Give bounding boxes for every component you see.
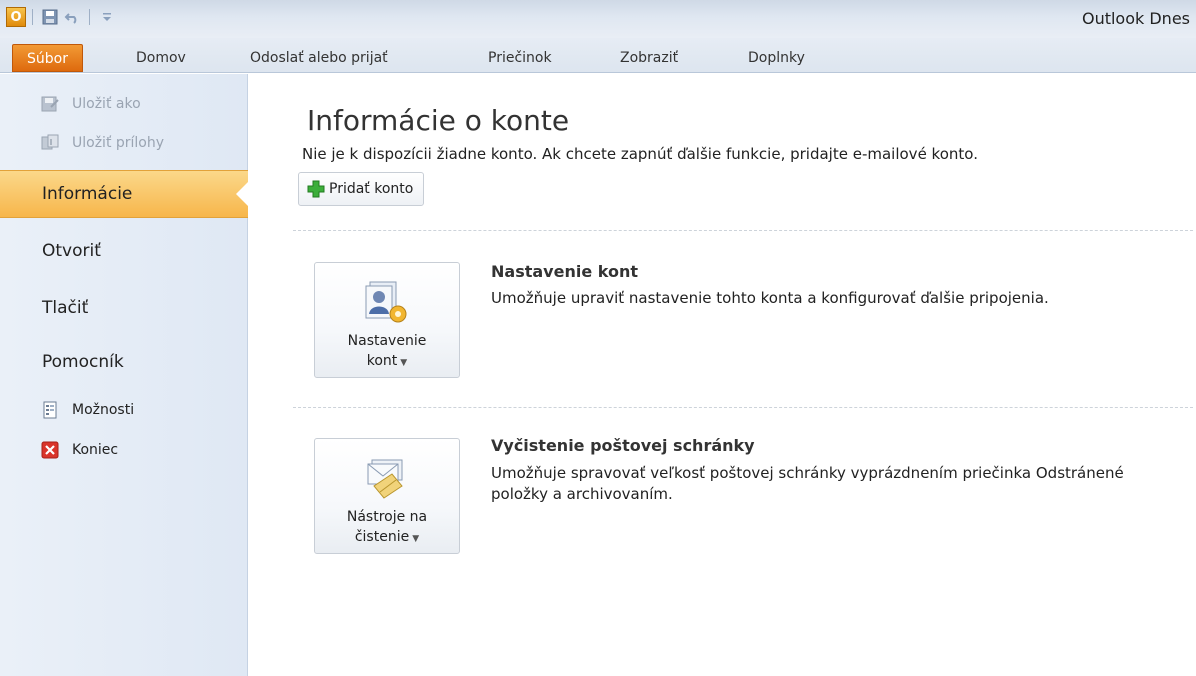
nav-print-label: Tlačiť <box>42 298 89 318</box>
tab-addins[interactable]: Doplnky <box>740 44 813 72</box>
ribbon-tab-bar: Súbor Domov Odoslať alebo prijať Priečin… <box>0 38 1196 73</box>
nav-save-as[interactable]: Uložiť ako <box>40 92 141 116</box>
window-title: Outlook Dnes <box>1081 9 1190 28</box>
account-settings-button-label: Nastavenie kont ▼ <box>348 331 427 373</box>
green-plus-icon <box>307 180 325 198</box>
dropdown-caret-icon: ▼ <box>412 534 420 544</box>
page-description: Nie je k dispozícii žiadne konto. Ak chc… <box>302 145 978 163</box>
nav-options-label: Možnosti <box>72 402 135 418</box>
backstage-main: Informácie o konte Nie je k dispozícii ž… <box>249 74 1196 676</box>
nav-info[interactable]: Informácie <box>0 170 249 218</box>
section-divider <box>293 230 1193 231</box>
qat-separator <box>32 9 33 25</box>
nav-exit-label: Koniec <box>72 442 119 458</box>
tab-view[interactable]: Zobraziť <box>612 44 686 72</box>
cleanup-tools-label-line2: čistenie <box>354 529 410 545</box>
cleanup-tools-icon <box>359 449 415 505</box>
nav-print[interactable]: Tlačiť <box>0 284 248 332</box>
nav-save-attachments-label: Uložiť prílohy <box>72 135 165 151</box>
account-settings-title: Nastavenie kont <box>491 262 638 281</box>
account-settings-button[interactable]: Nastavenie kont ▼ <box>314 262 460 378</box>
undo-icon[interactable] <box>61 7 83 27</box>
save-as-icon <box>40 94 60 114</box>
tab-send-receive[interactable]: Odoslať alebo prijať <box>242 44 396 72</box>
nav-save-attachments[interactable]: Uložiť prílohy <box>40 131 164 155</box>
mailbox-cleanup-title: Vyčistenie poštovej schránky <box>491 436 755 455</box>
mailbox-cleanup-description: Umožňuje spravovať veľkosť poštovej schr… <box>491 464 1124 503</box>
account-settings-label-line2: kont <box>366 353 398 369</box>
tab-folder[interactable]: Priečinok <box>480 44 560 72</box>
exit-icon <box>40 440 60 460</box>
add-account-button[interactable]: Pridať konto <box>298 172 425 206</box>
qat-separator <box>89 9 90 25</box>
backstage-nav: Uložiť ako Uložiť prílohy Informácie Otv… <box>0 74 249 676</box>
nav-help-label: Pomocník <box>42 352 124 372</box>
save-attachments-icon <box>40 133 60 153</box>
tab-home[interactable]: Domov <box>128 44 194 72</box>
account-settings-description: Umožňuje upraviť nastavenie tohto konta … <box>491 289 1049 307</box>
cleanup-tools-label-line1: Nástroje na <box>346 509 428 525</box>
dropdown-caret-icon: ▼ <box>400 358 408 368</box>
nav-open-label: Otvoriť <box>42 241 101 261</box>
nav-exit[interactable]: Koniec <box>40 438 118 462</box>
account-settings-icon <box>359 273 415 329</box>
nav-options[interactable]: Možnosti <box>40 398 134 422</box>
options-icon <box>40 400 60 420</box>
cleanup-tools-button[interactable]: Nástroje na čistenie ▼ <box>314 438 460 554</box>
nav-open[interactable]: Otvoriť <box>0 227 248 275</box>
page-title: Informácie o konte <box>307 104 570 137</box>
nav-save-as-label: Uložiť ako <box>72 96 141 112</box>
active-indicator <box>236 181 249 207</box>
save-icon[interactable] <box>39 7 61 27</box>
quick-access-toolbar: O <box>6 5 118 29</box>
add-account-label: Pridať konto <box>329 181 414 197</box>
title-bar: O Outlook Dnes <box>0 0 1196 38</box>
nav-help[interactable]: Pomocník <box>0 338 248 386</box>
outlook-app-icon[interactable]: O <box>6 7 26 27</box>
account-settings-label-line1: Nastavenie <box>347 333 427 349</box>
cleanup-tools-button-label: Nástroje na čistenie ▼ <box>347 507 427 549</box>
customize-qat-icon[interactable] <box>96 7 118 27</box>
tab-file[interactable]: Súbor <box>12 44 83 72</box>
section-divider <box>293 407 1193 408</box>
nav-info-label: Informácie <box>42 184 133 204</box>
